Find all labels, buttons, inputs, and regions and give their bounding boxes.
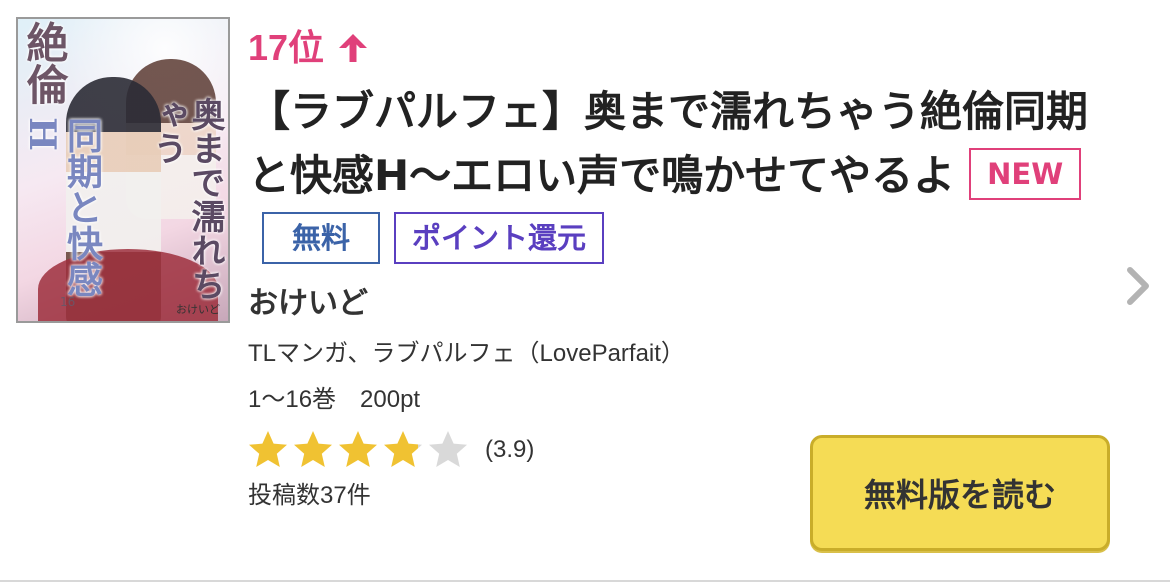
book-title[interactable]: 【ラブパルフェ】奥まで濡れちゃう絶倫同期と快感H〜エロい声で鳴かせてやるよ NEW… <box>248 80 1118 272</box>
star-icon <box>294 431 332 467</box>
cover-side-text: 奥まで濡れちゃう <box>147 97 225 301</box>
new-badge: NEW <box>969 147 1082 200</box>
cover-volume-mark: 16 <box>60 295 76 309</box>
point-return-badge: ポイント還元 <box>394 211 605 264</box>
chevron-right-icon[interactable] <box>1124 264 1154 308</box>
rank-indicator: 17位 <box>248 26 370 70</box>
cover-subtitle-text: 同期と快感H <box>21 117 103 297</box>
read-free-button[interactable]: 無料版を読む <box>810 435 1110 551</box>
star-icon <box>339 431 377 467</box>
star-icon <box>384 431 422 467</box>
star-icon <box>429 431 467 467</box>
rating-score: (3.9) <box>485 436 535 463</box>
free-badge: 無料 <box>262 211 381 264</box>
review-count[interactable]: 投稿数37件 <box>248 478 371 514</box>
book-title-text[interactable]: 【ラブパルフェ】奥まで濡れちゃう絶倫同期と快感H〜エロい声で鳴かせてやるよ <box>248 87 1088 200</box>
star-icon <box>249 431 287 467</box>
rating: (3.9) <box>246 428 534 472</box>
divider <box>0 580 1170 582</box>
author-name[interactable]: おけいど <box>248 284 368 324</box>
genre-label: TLマンガ、ラブパルフェ（LoveParfait） <box>248 340 685 367</box>
rating-stars <box>246 428 471 472</box>
arrow-up-icon <box>339 34 368 62</box>
rank-text: 17位 <box>248 27 325 68</box>
ranking-item-card[interactable]: 絶倫 同期と快感H 奥まで濡れちゃう 16 おけいど 17位 【ラブパルフェ】奥… <box>0 0 1170 583</box>
cover-author-text: おけいど <box>176 303 220 316</box>
volume-price-info: 1〜16巻 200pt <box>248 386 421 413</box>
book-cover-image[interactable]: 絶倫 同期と快感H 奥まで濡れちゃう 16 おけいど <box>16 17 230 323</box>
cover-title-text: 絶倫 <box>20 21 69 105</box>
